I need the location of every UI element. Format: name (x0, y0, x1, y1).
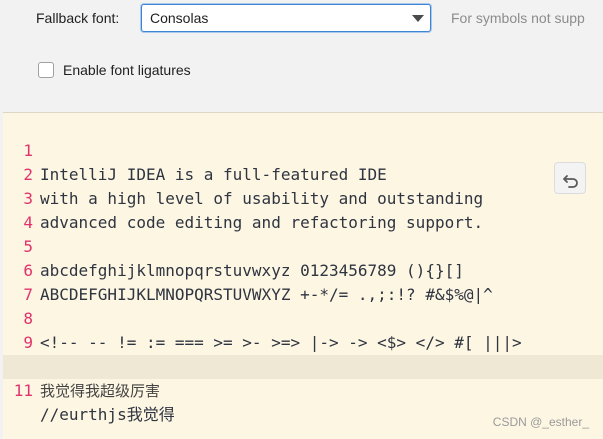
editor-line: 2 with a high level of usability and out… (3, 139, 603, 208)
ligatures-checkbox[interactable] (38, 62, 54, 78)
ligatures-label[interactable]: Enable font ligatures (63, 62, 191, 78)
font-settings-panel: Fallback font: Consolas For symbols not … (0, 0, 603, 112)
editor-line: 6 ABCDEFGHIJKLMNOPQRSTUVWXYZ +-*/= .,;:!… (3, 235, 603, 304)
fallback-font-select[interactable]: Consolas (141, 4, 431, 32)
editor-line: 7 (3, 259, 603, 304)
chevron-down-icon[interactable] (412, 15, 424, 22)
fallback-font-value: Consolas (150, 10, 209, 26)
editor-line: 4 (3, 187, 603, 232)
undo-icon (563, 175, 578, 188)
line-number: 11 (13, 381, 33, 400)
reset-preview-button[interactable] (554, 162, 586, 194)
editor-line: 9 (3, 307, 603, 352)
editor-line: 5 abcdefghijklmnopqrstuvwxyz 0123456789 … (3, 211, 603, 280)
editor-line: 10 我觉得我超级厉害 (3, 331, 603, 400)
editor-line: 3 advanced code editing and refactoring … (3, 163, 603, 232)
fallback-font-hint: For symbols not supp (451, 10, 585, 26)
editor-line: 8 <!-- -- != := === >= >- >=> |-> -> <$>… (3, 283, 603, 352)
fallback-font-label: Fallback font: (36, 10, 120, 26)
line-text: //eurthjs我觉得 (40, 405, 175, 424)
line-text: 我觉得我超级厉害 (40, 382, 161, 400)
editor-line-active: 11 //eurthjs我觉得 (3, 355, 603, 424)
watermark: CSDN @_esther_ (492, 415, 589, 429)
editor-line: 1 IntelliJ IDEA is a full-featured IDE (3, 115, 603, 184)
font-preview-editor[interactable]: 1 IntelliJ IDEA is a full-featured IDE 2… (3, 112, 603, 439)
